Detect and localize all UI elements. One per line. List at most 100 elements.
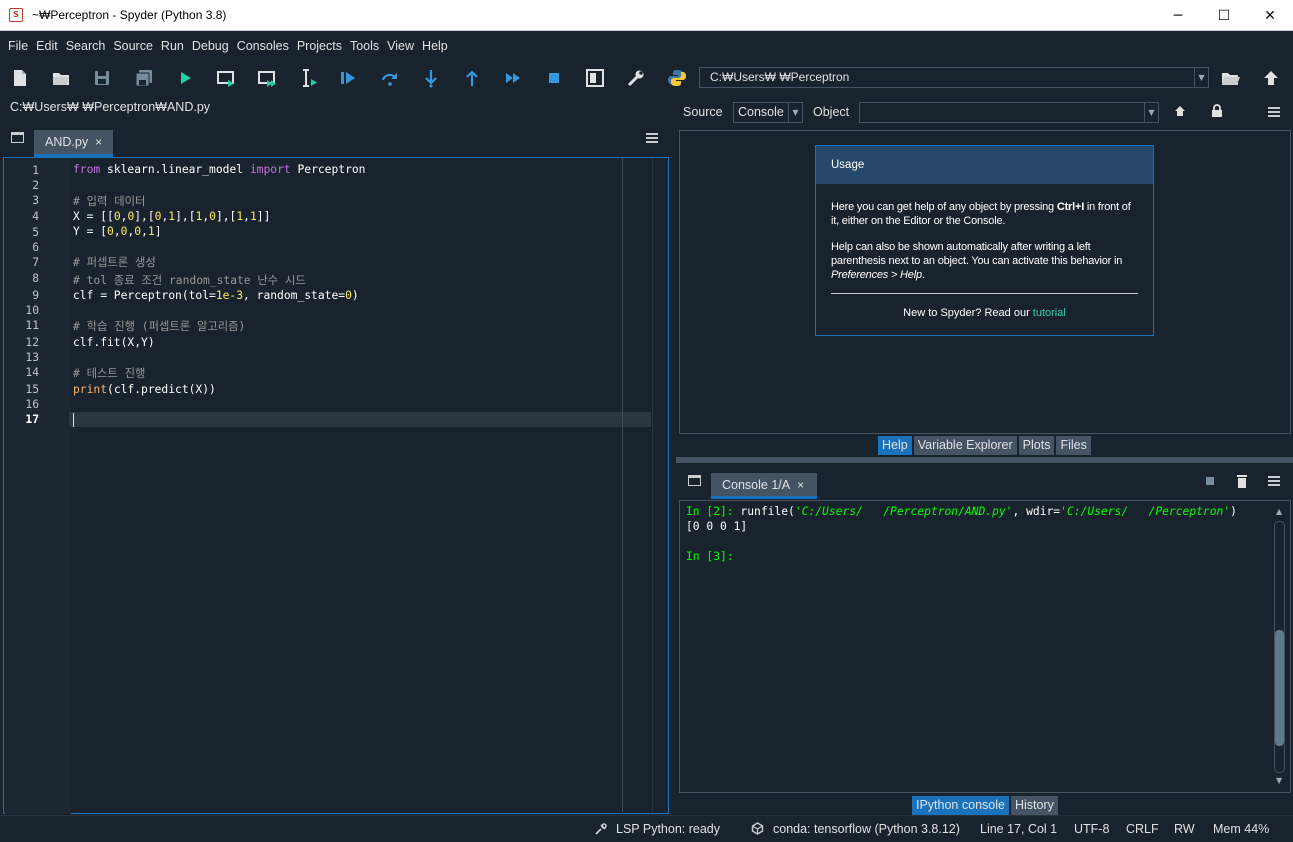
current-line-highlight <box>69 412 651 427</box>
open-folder-icon[interactable] <box>49 66 73 90</box>
line-number: 7 <box>32 256 39 269</box>
continue-icon[interactable] <box>501 66 525 90</box>
tab-variable-explorer[interactable]: Variable Explorer <box>913 436 1017 455</box>
step-over-icon[interactable] <box>378 66 402 90</box>
code-line: # 테스트 진행 <box>73 367 146 380</box>
scroll-up-icon[interactable]: ▲ <box>1276 507 1282 516</box>
usage-title: Usage <box>816 146 1153 184</box>
chevron-down-icon[interactable]: ▼ <box>1144 103 1158 122</box>
tab-console-1a[interactable]: Console 1/A × <box>711 473 817 499</box>
lock-icon[interactable] <box>1210 103 1224 118</box>
usage-divider <box>831 293 1138 294</box>
working-directory-value: C:₩Users₩ ₩Perceptron <box>710 70 850 84</box>
line-number: 9 <box>32 289 39 302</box>
scroll-down-icon[interactable]: ▼ <box>1276 776 1282 785</box>
help-pane-tabs: Help Variable Explorer Plots Files <box>878 436 1093 455</box>
menu-projects[interactable]: Projects <box>293 39 346 53</box>
run-cell-advance-icon[interactable] <box>255 66 279 90</box>
pane-splitter-horizontal[interactable] <box>676 457 1293 463</box>
menu-debug[interactable]: Debug <box>188 39 233 53</box>
step-into-icon[interactable] <box>419 66 443 90</box>
menu-help[interactable]: Help <box>418 39 452 53</box>
code-line: # tol 종료 조건 random_state 난수 시드 <box>73 274 306 287</box>
tab-files[interactable]: Files <box>1056 436 1091 455</box>
status-bar: LSP Python: ready conda: tensorflow (Pyt… <box>0 815 1293 842</box>
trash-icon[interactable] <box>1236 474 1248 488</box>
working-directory-combo[interactable]: C:₩Users₩ ₩Perceptron ▼ <box>699 67 1209 88</box>
line-number: 11 <box>25 319 39 332</box>
editor-tab-label: AND.py <box>45 135 89 149</box>
source-combo[interactable]: Console ▼ <box>733 102 803 123</box>
new-file-icon[interactable] <box>8 66 32 90</box>
run-cell-icon[interactable] <box>214 66 238 90</box>
maximize-pane-icon[interactable] <box>583 66 607 90</box>
menu-edit[interactable]: Edit <box>32 39 62 53</box>
undock-pane-icon[interactable] <box>11 132 24 143</box>
code-line: clf = Perceptron(tol=1e-3, random_state=… <box>73 289 359 302</box>
editor-scrollbar[interactable] <box>652 158 666 813</box>
edge-line <box>622 158 623 812</box>
browse-folder-icon[interactable] <box>1218 66 1242 90</box>
menu-search[interactable]: Search <box>62 39 110 53</box>
line-endings: CRLF <box>1126 822 1159 836</box>
step-return-icon[interactable] <box>460 66 484 90</box>
close-icon[interactable]: × <box>797 478 804 492</box>
stop-icon[interactable] <box>542 66 566 90</box>
code-line: from sklearn.linear_model import Percept… <box>73 163 366 176</box>
console-input-line: In [2]: runfile('C:/Users/ /Perceptron/A… <box>686 505 1237 518</box>
python-path-icon[interactable] <box>665 66 689 90</box>
line-number: 6 <box>32 241 39 254</box>
stop-kernel-icon[interactable] <box>1206 477 1214 485</box>
conda-env-status[interactable]: conda: tensorflow (Python 3.8.12) <box>773 822 960 836</box>
menu-source[interactable]: Source <box>109 39 157 53</box>
editor-file-path: C:₩Users₩ ₩Perceptron₩AND.py <box>10 100 211 114</box>
tab-plots[interactable]: Plots <box>1018 436 1055 455</box>
minimize-button[interactable]: ─ <box>1155 0 1201 31</box>
code-line: # 퍼셉트론 생성 <box>73 256 156 269</box>
tab-help[interactable]: Help <box>878 436 912 455</box>
object-input[interactable]: ▼ <box>859 102 1159 123</box>
usage-footer: New to Spyder? Read our tutorial <box>903 307 1066 319</box>
tutorial-link[interactable]: tutorial <box>1033 307 1066 319</box>
console-tab-label: Console 1/A <box>722 477 791 492</box>
code-line: clf.fit(X,Y) <box>73 336 155 349</box>
home-icon[interactable] <box>1173 104 1187 118</box>
console-scrollbar-thumb[interactable] <box>1275 630 1284 746</box>
close-icon[interactable]: × <box>95 135 102 149</box>
save-all-icon[interactable] <box>132 66 156 90</box>
run-selection-icon[interactable] <box>297 66 321 90</box>
tab-and-py[interactable]: AND.py × <box>34 130 113 157</box>
line-number: 3 <box>32 194 39 207</box>
undock-pane-icon[interactable] <box>688 475 701 486</box>
console-options-menu-icon[interactable] <box>1268 476 1280 486</box>
code-line: print(clf.predict(X)) <box>73 383 216 396</box>
menu-view[interactable]: View <box>383 39 418 53</box>
menu-run[interactable]: Run <box>157 39 188 53</box>
usage-paragraph-2: Help can also be shown automatically aft… <box>831 241 1123 281</box>
ipython-console[interactable] <box>679 500 1291 793</box>
line-number: 12 <box>25 336 39 349</box>
lsp-status: LSP Python: ready <box>616 822 721 836</box>
editor-options-menu-icon[interactable] <box>646 133 658 143</box>
close-window-button[interactable]: ✕ <box>1247 0 1293 31</box>
help-options-menu-icon[interactable] <box>1268 107 1280 117</box>
save-icon[interactable] <box>90 66 114 90</box>
usage-panel: Usage Here you can get help of any objec… <box>815 145 1154 336</box>
usage-paragraph-1: Here you can get help of any object by p… <box>831 201 1131 227</box>
chevron-down-icon[interactable]: ▼ <box>1194 68 1208 87</box>
preferences-icon[interactable] <box>624 66 648 90</box>
parent-dir-icon[interactable] <box>1259 66 1283 90</box>
lsp-status-icon <box>594 822 608 836</box>
tab-history[interactable]: History <box>1010 796 1058 815</box>
chevron-down-icon[interactable]: ▼ <box>788 103 802 122</box>
line-number: 2 <box>32 179 39 192</box>
menu-tools[interactable]: Tools <box>346 39 383 53</box>
source-value: Console <box>738 105 784 119</box>
debug-icon[interactable] <box>337 66 361 90</box>
tab-ipython-console[interactable]: IPython console <box>912 796 1009 815</box>
maximize-button[interactable]: ☐ <box>1201 0 1247 31</box>
menu-consoles[interactable]: Consoles <box>233 39 293 53</box>
run-icon[interactable] <box>173 66 197 90</box>
file-permissions: RW <box>1174 822 1195 836</box>
menu-file[interactable]: File <box>4 39 32 53</box>
